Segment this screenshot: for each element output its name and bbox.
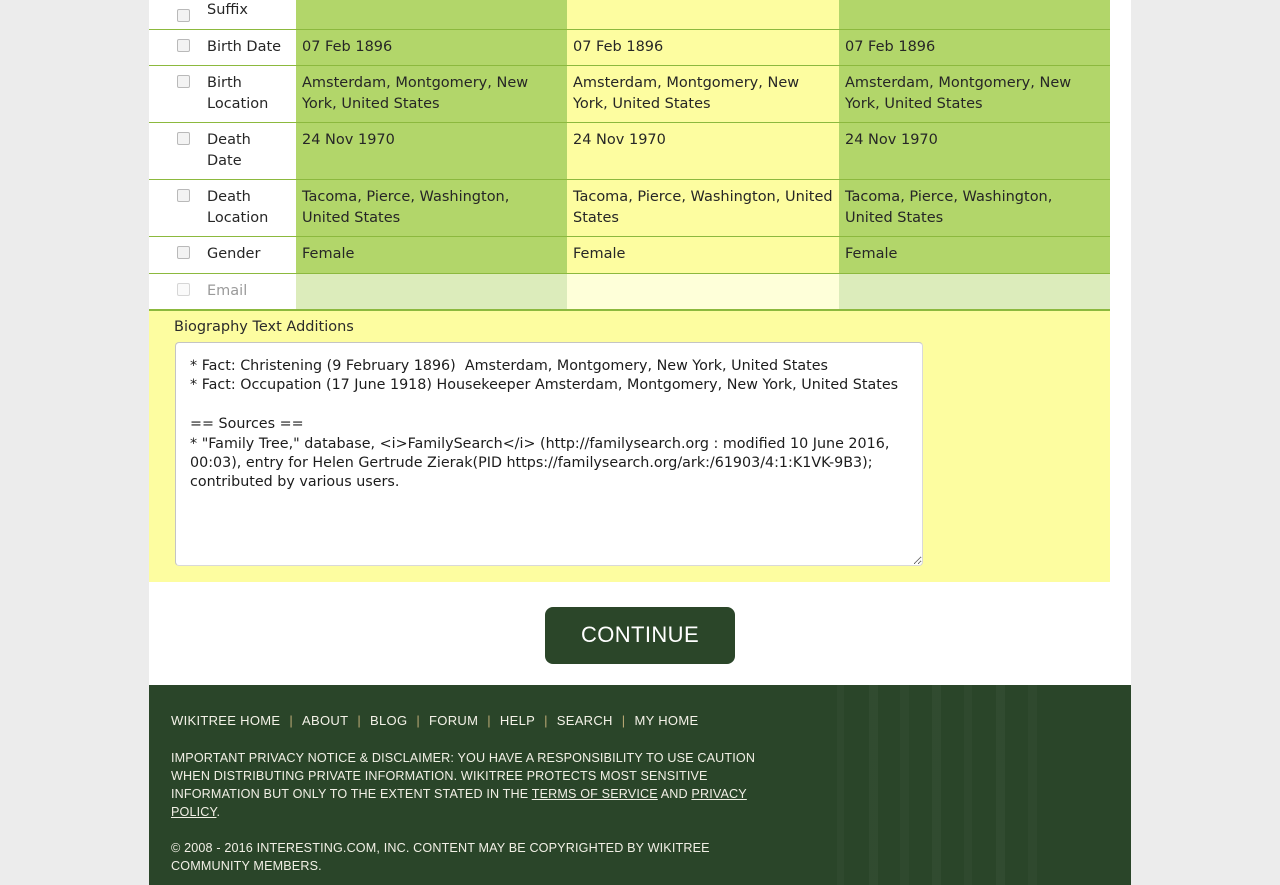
checkbox-death-date[interactable] — [177, 132, 190, 145]
value-cell-b — [567, 273, 839, 310]
value-cell-c: 24 Nov 1970 — [839, 122, 1110, 180]
footer-nav: WIKITREE HOME | ABOUT | BLOG | FORUM | HELP | SEAR… — [171, 713, 1131, 749]
value-cell-a: 24 Nov 1970 — [296, 122, 567, 180]
table-row: Email — [149, 273, 1110, 310]
page-container: Suffix Birth Date 07 Feb 1896 07 Feb 1896 07… — [149, 0, 1131, 885]
value-cell-c — [839, 0, 1110, 30]
value-cell-b: Tacoma, Pierce, Washington, United State… — [567, 179, 839, 237]
value-cell-a: Female — [296, 236, 567, 274]
field-label-text: Gender — [207, 246, 261, 262]
table-row: Death Date 24 Nov 1970 24 Nov 1970 24 Nov 1… — [149, 122, 1110, 180]
biography-panel: Biography Text Additions * Fact: Christe… — [149, 310, 1110, 582]
table-row: Gender Female Female Female — [149, 236, 1110, 274]
disclaimer-text-3: . — [216, 805, 221, 819]
copyright-notice: © 2008 - 2016 INTERESTING.COM, INC. CONT… — [171, 841, 710, 873]
footer-link-search[interactable]: SEARCH — [557, 713, 613, 728]
table-row: Suffix — [149, 0, 1110, 30]
checkbox-gender[interactable] — [177, 246, 190, 259]
footer-link-my-home[interactable]: MY HOME — [634, 713, 698, 728]
checkbox-death-location[interactable] — [177, 189, 190, 202]
footer-nav-separator: | — [487, 713, 491, 728]
terms-of-service-link[interactable]: TERMS OF SERVICE — [532, 787, 658, 801]
footer-link-about[interactable]: ABOUT — [302, 713, 348, 728]
continue-button[interactable]: CONTINUE — [544, 607, 736, 664]
continue-button-zone: CONTINUE — [149, 582, 1131, 685]
field-label-text: Death Location — [207, 189, 269, 226]
field-label-cell: Gender — [149, 236, 296, 274]
footer-link-help[interactable]: HELP — [500, 713, 535, 728]
privacy-disclaimer: IMPORTANT PRIVACY NOTICE & DISCLAIMER: Y… — [171, 749, 771, 821]
value-cell-c: Female — [839, 236, 1110, 274]
site-footer: WIKITREE HOME | ABOUT | BLOG | FORUM | HELP | SEAR… — [149, 685, 1131, 885]
field-label-text: Birth Location — [207, 75, 269, 112]
footer-link-blog[interactable]: BLOG — [370, 713, 407, 728]
footer-link-forum[interactable]: FORUM — [429, 713, 478, 728]
value-cell-b: 07 Feb 1896 — [567, 29, 839, 66]
checkbox-email — [177, 282, 190, 296]
table-row: Birth Location Amsterdam, Montgomery, New… — [149, 65, 1110, 123]
field-label-text: Suffix — [207, 2, 248, 18]
footer-nav-separator: | — [289, 713, 294, 728]
biography-textarea[interactable]: * Fact: Christening (9 February 1896) Am… — [175, 342, 923, 566]
field-label-cell: Email — [149, 273, 296, 310]
footer-nav-separator: | — [544, 713, 548, 728]
table-row: Birth Date 07 Feb 1896 07 Feb 1896 07 Feb 1… — [149, 29, 1110, 66]
value-cell-b: 24 Nov 1970 — [567, 122, 839, 180]
field-label-text: Email — [207, 282, 248, 299]
value-cell-a: Amsterdam, Montgomery, New York, United … — [296, 65, 567, 123]
field-label-cell: Birth Location — [149, 65, 296, 123]
value-cell-c — [839, 273, 1110, 310]
field-label-cell: Death Date — [149, 122, 296, 180]
checkbox-birth-location[interactable] — [177, 75, 190, 88]
field-label-cell: Suffix — [149, 0, 296, 30]
field-label-text: Birth Date — [207, 38, 282, 55]
disclaimer-text-2: AND — [657, 787, 692, 801]
value-cell-a — [296, 0, 567, 30]
comparison-table-body: Suffix Birth Date 07 Feb 1896 07 Feb 1896 07… — [149, 0, 1110, 310]
value-cell-a — [296, 273, 567, 310]
value-cell-c: Tacoma, Pierce, Washington, United State… — [839, 179, 1110, 237]
field-label-cell: Birth Date — [149, 29, 296, 66]
field-label-cell: Death Location — [149, 179, 296, 237]
checkbox-suffix[interactable] — [177, 9, 190, 22]
biography-label: Biography Text Additions — [174, 319, 354, 335]
value-cell-b: Amsterdam, Montgomery, New York, United … — [567, 65, 839, 123]
value-cell-b: Female — [567, 236, 839, 274]
table-row: Death Location Tacoma, Pierce, Washington… — [149, 179, 1110, 237]
footer-nav-separator: | — [357, 713, 362, 728]
value-cell-b — [567, 0, 839, 30]
value-cell-c: Amsterdam, Montgomery, New York, United … — [839, 65, 1110, 123]
merge-comparison-table: Suffix Birth Date 07 Feb 1896 07 Feb 1896 07… — [149, 0, 1110, 310]
footer-nav-separator: | — [621, 713, 626, 728]
field-label-text: Death Date — [207, 132, 251, 169]
footer-link-wikitree-home[interactable]: WIKITREE HOME — [171, 713, 280, 728]
checkbox-birth-date[interactable] — [177, 38, 190, 52]
value-cell-a: Tacoma, Pierce, Washington, United State… — [296, 179, 567, 237]
footer-nav-separator: | — [416, 713, 421, 728]
value-cell-c: 07 Feb 1896 — [839, 29, 1110, 66]
value-cell-a: 07 Feb 1896 — [296, 29, 567, 66]
